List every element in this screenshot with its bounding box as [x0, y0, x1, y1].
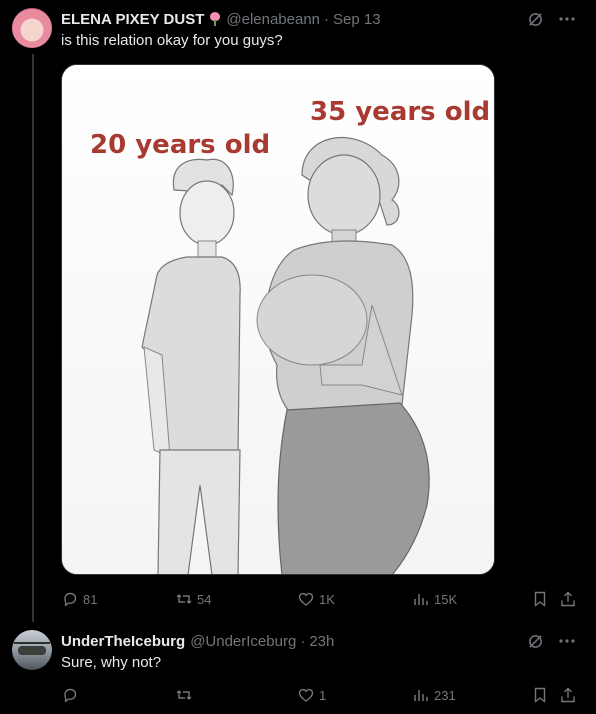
age-label-left: 20 years old — [90, 130, 270, 160]
avatar[interactable] — [12, 8, 52, 48]
views-count: 15K — [434, 591, 458, 607]
views-button[interactable]: 231 — [412, 686, 456, 704]
like-count: 1K — [319, 591, 335, 607]
views-chart-icon — [414, 690, 428, 701]
reply-actions-bar: 1 231 — [61, 686, 581, 706]
bookmark-button[interactable] — [531, 686, 549, 704]
bookmark-icon — [534, 687, 546, 703]
reply-header: UnderTheIceburg @UnderIceburg · 23h — [61, 631, 334, 651]
age-label-right: 35 years old — [310, 97, 490, 127]
tulip-emoji-icon — [208, 12, 222, 26]
heart-icon — [298, 688, 314, 702]
grok-icon[interactable] — [526, 10, 544, 28]
share-icon — [561, 687, 575, 703]
more-horizontal-icon[interactable] — [558, 632, 576, 650]
like-button[interactable]: 1K — [297, 590, 335, 608]
reply-icon — [64, 688, 77, 703]
like-count: 1 — [319, 687, 327, 703]
post-top-actions — [526, 10, 576, 28]
reply-user-handle[interactable]: @UnderIceburg — [190, 633, 296, 650]
user-handle[interactable]: @elenabeann — [226, 11, 320, 28]
share-button[interactable] — [559, 590, 577, 608]
post-text: is this relation okay for you guys? — [61, 32, 283, 49]
views-chart-icon — [414, 594, 428, 605]
repost-button[interactable]: 54 — [175, 590, 211, 608]
reply-avatar[interactable] — [12, 630, 52, 670]
reply-separator: · — [300, 632, 306, 650]
reply-text: Sure, why not? — [61, 654, 162, 671]
separator: · — [324, 10, 330, 28]
repost-icon — [176, 594, 192, 604]
illustration: 20 years old 35 years old — [62, 65, 494, 574]
views-count: 231 — [434, 687, 456, 703]
post-image[interactable]: 20 years old 35 years old — [61, 64, 495, 575]
post-header: ELENA PIXEY DUST @elenabeann · Sep 13 — [61, 9, 381, 29]
reply-icon — [64, 592, 77, 607]
repost-button[interactable] — [175, 686, 197, 704]
thread-connector-line — [32, 54, 34, 622]
post-actions-bar: 81 54 1K 15K — [61, 590, 581, 610]
share-icon — [561, 591, 575, 607]
repost-icon — [176, 690, 192, 700]
display-name[interactable]: ELENA PIXEY DUST — [61, 11, 204, 28]
views-button[interactable]: 15K — [412, 590, 457, 608]
repost-count: 54 — [197, 591, 212, 607]
like-button[interactable]: 1 — [297, 686, 326, 704]
bookmark-icon — [534, 591, 546, 607]
reply-time[interactable]: 23h — [309, 633, 334, 650]
grok-icon[interactable] — [526, 632, 544, 650]
reply-button[interactable] — [61, 686, 83, 704]
reply-top-actions — [526, 632, 576, 650]
reply-button[interactable]: 81 — [61, 590, 97, 608]
heart-icon — [298, 592, 314, 606]
more-horizontal-icon[interactable] — [558, 10, 576, 28]
reply-display-name[interactable]: UnderTheIceburg — [61, 633, 185, 650]
bookmark-button[interactable] — [531, 590, 549, 608]
reply-count: 81 — [83, 591, 98, 607]
share-button[interactable] — [559, 686, 577, 704]
post-date[interactable]: Sep 13 — [333, 11, 381, 28]
